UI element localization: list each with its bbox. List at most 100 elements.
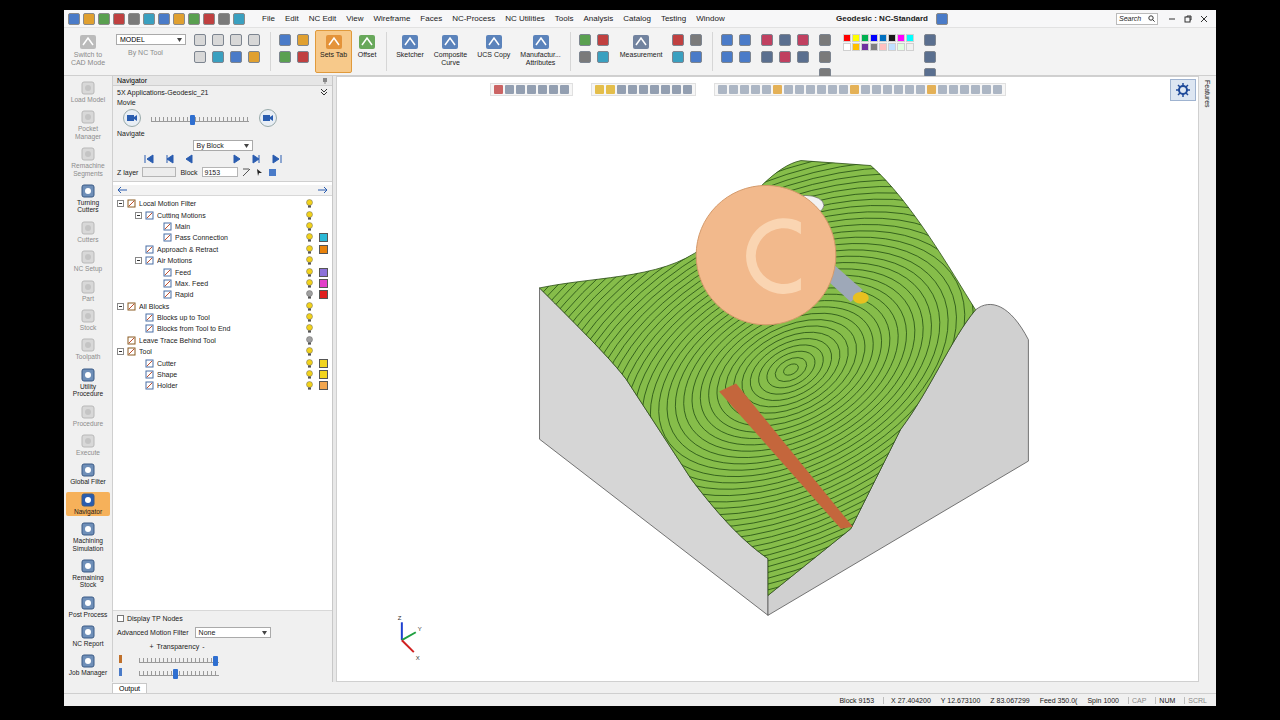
tree-row[interactable]: Shape [117, 369, 328, 380]
view-tool-icon[interactable] [850, 85, 859, 94]
menu-item[interactable]: NC Utilities [500, 14, 550, 23]
first-button[interactable] [143, 154, 155, 164]
view-tool-icon[interactable] [672, 85, 681, 94]
ribbon-small-icon[interactable] [761, 34, 773, 46]
ribbon-small-icon[interactable] [212, 34, 224, 46]
record-button[interactable] [259, 109, 277, 127]
bulb-icon[interactable] [306, 313, 313, 322]
view-tool-icon[interactable] [729, 85, 738, 94]
expander-icon[interactable] [135, 257, 142, 264]
view-tool-icon[interactable] [949, 85, 958, 94]
quick-access-icon[interactable] [218, 13, 230, 25]
ribbon-small-icon[interactable] [690, 34, 702, 46]
ribbon-small-icon[interactable] [194, 34, 206, 46]
ribbon-tool[interactable]: CompositeCurve [429, 30, 472, 73]
color-swatch[interactable] [319, 359, 328, 368]
view-tool-icon[interactable] [839, 85, 848, 94]
color-swatch[interactable] [852, 34, 860, 42]
ribbon-small-icon[interactable] [924, 34, 936, 46]
view-tool-icon[interactable] [982, 85, 991, 94]
tree-row[interactable]: Max. Feed [117, 278, 328, 289]
bulb-icon[interactable] [306, 290, 313, 299]
color-swatch[interactable] [897, 43, 905, 51]
color-swatch[interactable] [870, 43, 878, 51]
quick-access-icon[interactable] [128, 13, 140, 25]
ribbon-small-icon[interactable] [579, 34, 591, 46]
color-swatch[interactable] [870, 34, 878, 42]
view-tool-icon[interactable] [905, 85, 914, 94]
ribbon-tool[interactable]: Measurement [615, 30, 668, 73]
view-tool-icon[interactable] [494, 85, 503, 94]
ribbon-small-icon[interactable] [797, 34, 809, 46]
quick-access-icon[interactable] [68, 13, 80, 25]
color-swatch[interactable] [897, 34, 905, 42]
ribbon-small-icon[interactable] [297, 34, 309, 46]
bulb-icon[interactable] [306, 370, 313, 379]
bulb-icon[interactable] [306, 199, 313, 208]
view-tool-icon[interactable] [971, 85, 980, 94]
bulb-icon[interactable] [306, 211, 313, 220]
view-tool-icon[interactable] [527, 85, 536, 94]
color-swatch[interactable] [319, 211, 328, 220]
color-swatch[interactable] [319, 336, 328, 345]
view-tool-icon[interactable] [828, 85, 837, 94]
tree-row[interactable]: All Blocks [117, 301, 328, 312]
view-tool-icon[interactable] [505, 85, 514, 94]
color-swatch[interactable] [906, 34, 914, 42]
sidebar-item[interactable]: Procedure [66, 404, 110, 428]
ribbon-tool[interactable]: Sketcher [391, 30, 429, 73]
ribbon-small-icon[interactable] [579, 51, 591, 63]
sidebar-item[interactable]: Remaining Stock [66, 558, 110, 590]
tree-row[interactable]: Pass Connection [117, 232, 328, 243]
view-tool-icon[interactable] [549, 85, 558, 94]
quick-access-icon[interactable] [188, 13, 200, 25]
bulb-icon[interactable] [306, 381, 313, 390]
bulb-icon[interactable] [306, 336, 313, 345]
menu-item[interactable]: Wireframe [368, 14, 415, 23]
quick-access-icon[interactable] [233, 13, 245, 25]
ribbon-small-icon[interactable] [230, 34, 242, 46]
transparency-slider[interactable] [139, 668, 219, 676]
ribbon-small-icon[interactable] [597, 34, 609, 46]
sidebar-item[interactable]: Toolpath [66, 337, 110, 361]
sidebar-item[interactable]: Global Filter [66, 462, 110, 486]
sidebar-item[interactable]: Turning Cutters [66, 183, 110, 215]
bulb-icon[interactable] [306, 302, 313, 311]
ribbon-small-icon[interactable] [924, 51, 936, 63]
back-arrow-icon[interactable] [117, 187, 127, 193]
quick-access-icon[interactable] [98, 13, 110, 25]
view-tool-icon[interactable] [927, 85, 936, 94]
tree-row[interactable]: Approach & Retract [117, 244, 328, 255]
menu-item[interactable]: NC Edit [304, 14, 342, 23]
ribbon-small-icon[interactable] [721, 34, 733, 46]
sidebar-item[interactable]: Post Process [66, 595, 110, 619]
quick-access-icon[interactable] [203, 13, 215, 25]
color-swatch[interactable] [888, 34, 896, 42]
quick-access-icon[interactable] [173, 13, 185, 25]
sidebar-item[interactable]: Utility Procedure [66, 367, 110, 399]
ribbon-small-icon[interactable] [230, 51, 242, 63]
tree-row[interactable]: Leave Trace Behind Tool [117, 335, 328, 346]
sidebar-item[interactable]: NC Report [66, 624, 110, 648]
color-swatch[interactable] [319, 222, 328, 231]
sidebar-item[interactable]: Navigator [66, 492, 110, 516]
sidebar-item[interactable]: Job Manager [66, 653, 110, 677]
view-tool-icon[interactable] [861, 85, 870, 94]
tree-row[interactable]: Blocks from Tool to End [117, 323, 328, 334]
bulb-icon[interactable] [306, 279, 313, 288]
ribbon-small-icon[interactable] [672, 51, 684, 63]
color-swatch[interactable] [906, 43, 914, 51]
ribbon-tool[interactable]: Offset [352, 30, 382, 73]
bulb-icon[interactable] [306, 256, 313, 265]
menu-item[interactable]: Faces [415, 14, 447, 23]
view-tool-icon[interactable] [595, 85, 604, 94]
tree-row[interactable]: Feed [117, 266, 328, 277]
model-canvas[interactable]: ZYX [337, 77, 1198, 681]
color-swatch[interactable] [319, 233, 328, 242]
ribbon-small-icon[interactable] [597, 51, 609, 63]
color-swatch[interactable] [319, 290, 328, 299]
step-icon[interactable] [242, 168, 251, 177]
tree-row[interactable]: Blocks up to Tool [117, 312, 328, 323]
menu-item[interactable]: Tools [550, 14, 579, 23]
color-swatch[interactable] [319, 199, 328, 208]
